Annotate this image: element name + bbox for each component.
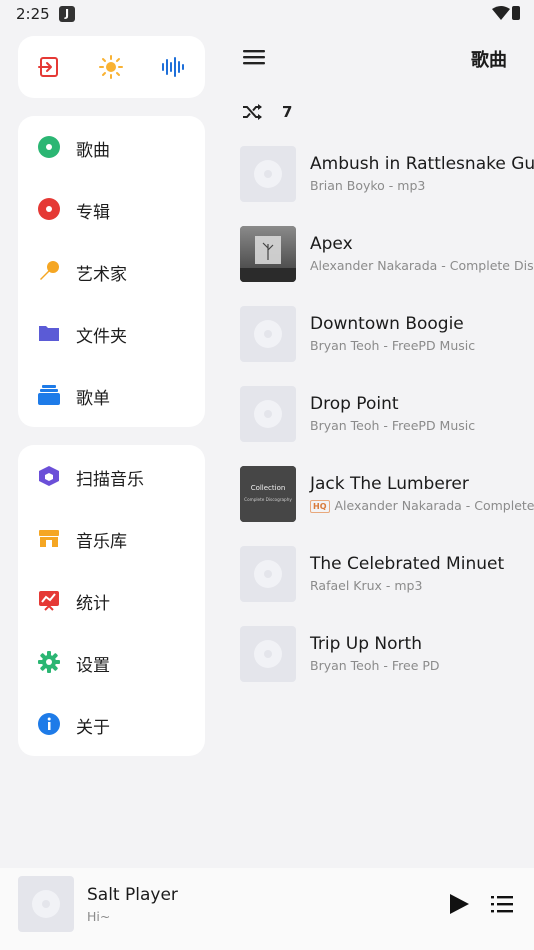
nav-item-songs[interactable]: 歌曲: [18, 122, 205, 172]
song-subtitle: Rafael Krux - mp3: [310, 578, 423, 593]
song-subtitle: Bryan Teoh - Free PD: [310, 658, 440, 673]
nav-item-scan-music[interactable]: 扫描音乐: [18, 451, 205, 501]
nav-item-artists[interactable]: 艺术家: [18, 246, 205, 296]
sun-icon[interactable]: [99, 55, 123, 79]
nav-label-about: 关于: [76, 718, 110, 738]
song-subtitle: Brian Boyko - mp3: [310, 178, 426, 193]
song-row[interactable]: Downtown Boogie Bryan Teoh - FreePD Musi…: [240, 306, 534, 362]
song-title: Downtown Boogie: [310, 314, 464, 334]
song-title: Apex: [310, 234, 353, 254]
nav-label-songs: 歌曲: [76, 141, 110, 161]
shuffle-icon: [243, 104, 262, 120]
album-cover-placeholder: [240, 626, 296, 682]
playlist-stack-icon: [38, 385, 60, 405]
nav-item-settings[interactable]: 设置: [18, 637, 205, 687]
song-row[interactable]: Drop Point Bryan Teoh - FreePD Music: [240, 386, 534, 442]
scan-cube-icon: [39, 466, 59, 486]
nav-item-albums[interactable]: 专辑: [18, 184, 205, 234]
song-row[interactable]: Ambush in Rattlesnake Gulch Brian Boyko …: [240, 146, 534, 202]
song-subtitle: HQ Alexander Nakarada - Complete Discogra…: [310, 498, 534, 513]
song-subtitle: Bryan Teoh - FreePD Music: [310, 338, 476, 353]
status-bar: 2:25 J: [0, 0, 534, 28]
song-subtitle: Alexander Nakarada - Complete Discograph…: [310, 258, 534, 273]
cover-text-discography: Complete Discography: [244, 497, 292, 502]
quick-actions-card: [18, 36, 205, 98]
battery-icon: [512, 6, 520, 20]
nav-label-playlists: 歌单: [76, 389, 110, 409]
song-row[interactable]: The Celebrated Minuet Rafael Krux - mp3: [240, 546, 534, 602]
player-title: Salt Player: [87, 885, 178, 905]
song-row[interactable]: Apex Alexander Nakarada - Complete Disco…: [240, 226, 534, 282]
song-title: Ambush in Rattlesnake Gulch: [310, 154, 534, 174]
song-title: Drop Point: [310, 394, 399, 414]
exit-icon[interactable]: [37, 55, 61, 79]
nav-item-folders[interactable]: 文件夹: [18, 308, 205, 358]
album-cover-placeholder: [240, 146, 296, 202]
album-cover-placeholder: [240, 386, 296, 442]
stats-icon: [39, 591, 59, 611]
nav-item-music-library[interactable]: 音乐库: [18, 513, 205, 563]
player-cover-placeholder: [18, 876, 74, 932]
nav-label-artists: 艺术家: [76, 265, 127, 285]
song-disc-icon: [38, 136, 60, 158]
wifi-icon: [492, 6, 510, 20]
song-title: The Celebrated Minuet: [310, 554, 505, 574]
nav-label-music-library: 音乐库: [76, 532, 127, 552]
nav-label-folders: 文件夹: [76, 327, 127, 347]
microphone-icon: [40, 261, 59, 280]
play-icon[interactable]: [447, 892, 471, 916]
waveform-icon[interactable]: [161, 55, 185, 79]
tools-nav-card: 扫描音乐 音乐库 统计 设置 关于: [18, 445, 205, 756]
album-cover-art: [240, 226, 296, 282]
song-list: Ambush in Rattlesnake Gulch Brian Boyko …: [240, 146, 534, 686]
player-subtitle: Hi~: [87, 909, 111, 924]
song-subtitle-text: Alexander Nakarada - Complete Discograph…: [334, 498, 534, 513]
nav-label-statistics: 统计: [76, 594, 110, 614]
menu-icon[interactable]: [243, 48, 265, 66]
nav-item-playlists[interactable]: 歌单: [18, 370, 205, 420]
library-nav-card: 歌曲 专辑 艺术家 文件夹 歌单: [18, 116, 205, 427]
nav-item-statistics[interactable]: 统计: [18, 575, 205, 625]
hq-badge: HQ: [310, 500, 330, 513]
mini-player[interactable]: Salt Player Hi~: [0, 868, 534, 950]
nav-label-scan-music: 扫描音乐: [76, 470, 144, 490]
album-cover-art: Collection Complete Discography: [240, 466, 296, 522]
app-notification-icon: J: [59, 6, 75, 22]
song-title: Trip Up North: [310, 634, 422, 654]
song-title: Jack The Lumberer: [310, 474, 469, 494]
album-cover-placeholder: [240, 306, 296, 362]
album-disc-icon: [38, 198, 60, 220]
page-title: 歌曲: [471, 50, 507, 71]
song-row[interactable]: Trip Up North Bryan Teoh - Free PD: [240, 626, 534, 682]
cover-text-collection: Collection: [251, 484, 286, 492]
song-subtitle: Bryan Teoh - FreePD Music: [310, 418, 476, 433]
store-icon: [39, 530, 59, 547]
gear-icon: [38, 651, 60, 673]
status-time: 2:25: [16, 5, 50, 23]
song-row[interactable]: Collection Complete Discography Jack The…: [240, 466, 534, 522]
folder-icon: [39, 326, 59, 341]
nav-label-albums: 专辑: [76, 203, 110, 223]
nav-label-settings: 设置: [76, 656, 110, 676]
info-icon: [38, 713, 60, 735]
song-count: 7: [282, 103, 293, 121]
nav-item-about[interactable]: 关于: [18, 699, 205, 749]
album-cover-placeholder: [240, 546, 296, 602]
queue-list-icon[interactable]: [491, 894, 513, 914]
